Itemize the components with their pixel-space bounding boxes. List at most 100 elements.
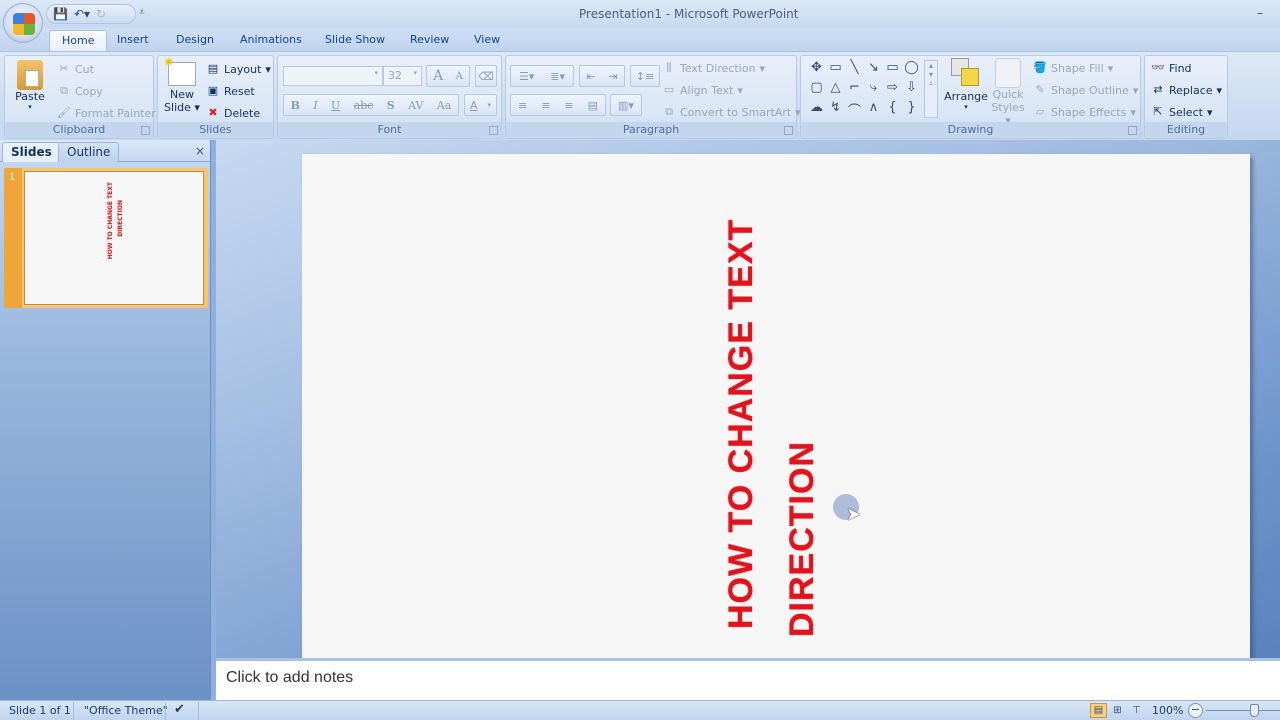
format-painter-button[interactable]: 🖌 Format Painter	[57, 106, 156, 120]
shape-gallery-item[interactable]: ∧	[864, 100, 883, 120]
zoom-slider-track[interactable]	[1206, 710, 1280, 711]
shapes-gallery-scroll[interactable]: ▴ ▾ ⩡	[924, 60, 938, 118]
save-icon[interactable]: 💾	[53, 8, 68, 20]
strikethrough-button[interactable]: abc	[354, 99, 374, 112]
close-pane-button[interactable]: ×	[195, 144, 205, 158]
change-case-button[interactable]: Aa	[437, 99, 452, 112]
shape-gallery-item[interactable]: {	[883, 100, 902, 120]
delete-button[interactable]: ✖ Delete	[206, 106, 260, 120]
font-color-button[interactable]: A ▾	[464, 94, 497, 116]
shape-gallery-item[interactable]: ☁	[807, 100, 826, 120]
shape-gallery-item[interactable]: ⌐	[845, 80, 864, 100]
text-direction-button[interactable]: ⫼ Text Direction ▾	[662, 61, 765, 75]
title-textbox[interactable]: DIRECTION HOW TO CHANGE TEXT	[722, 189, 822, 637]
font-size-field[interactable]: 32 ▾	[383, 66, 422, 86]
slide-sorter-view-button[interactable]: ⊞	[1109, 703, 1126, 718]
replace-button[interactable]: ⇄ Replace ▾	[1151, 83, 1222, 97]
redo-icon[interactable]: ↻	[96, 8, 106, 20]
justify-button[interactable]: ▤	[588, 99, 598, 112]
copy-button[interactable]: ⧉ Copy	[57, 84, 103, 98]
underline-button[interactable]: U	[331, 99, 340, 112]
shrink-font-button[interactable]: A	[456, 71, 463, 82]
shape-gallery-item[interactable]: ⇨	[883, 80, 902, 100]
paragraph-dialog-launcher[interactable]	[784, 126, 793, 135]
align-text-button[interactable]: ▭ Align Text ▾	[662, 83, 743, 97]
indent-buttons: ⇤ ⇥	[579, 65, 625, 87]
find-button[interactable]: 👓 Find	[1151, 61, 1191, 75]
columns-button[interactable]: ▥▾	[610, 94, 642, 116]
shape-fill-button[interactable]: 🪣 Shape Fill ▾	[1033, 61, 1113, 75]
new-slide-button[interactable]: ✷ New Slide ▾	[162, 55, 202, 114]
shape-gallery-item[interactable]: ↘	[864, 60, 883, 80]
cut-button[interactable]: ✂ Cut	[57, 62, 94, 76]
tab-outline[interactable]: Outline	[58, 142, 120, 162]
paste-button[interactable]: Paste ▾	[11, 60, 49, 111]
tab-slides[interactable]: Slides	[2, 142, 61, 162]
arrange-button[interactable]: Arrange ▾	[943, 58, 989, 111]
decrease-indent-button[interactable]: ⇤	[586, 70, 595, 83]
shape-gallery-item[interactable]: ✥	[807, 60, 826, 80]
slide-show-view-button[interactable]: ⊤	[1128, 703, 1145, 718]
shape-gallery-item[interactable]: ▢	[807, 80, 826, 100]
shape-gallery-item[interactable]: ↯	[826, 100, 845, 120]
undo-icon[interactable]: ↶▾	[74, 8, 90, 20]
tab-view[interactable]: View	[462, 30, 512, 52]
quick-styles-button[interactable]: Quick Styles ▾	[989, 58, 1027, 127]
zoom-level[interactable]: 100%	[1152, 704, 1183, 717]
bold-button[interactable]: B	[291, 99, 300, 112]
align-left-button[interactable]: ≡	[518, 99, 527, 112]
increase-indent-button[interactable]: ⇥	[608, 70, 617, 83]
layout-button[interactable]: ▤ Layout ▾	[206, 62, 271, 76]
select-button[interactable]: ⇱ Select ▾	[1151, 105, 1212, 119]
italic-button[interactable]: I	[313, 99, 317, 112]
shape-gallery-item[interactable]: ◯	[902, 60, 921, 80]
zoom-out-button[interactable]: −	[1188, 703, 1203, 718]
font-name-field[interactable]: ▾	[283, 66, 383, 86]
shape-gallery-item[interactable]: ╲	[845, 60, 864, 80]
convert-smartart-button[interactable]: ⧉ Convert to SmartArt ▾	[662, 105, 801, 119]
shape-gallery-item[interactable]: ⇩	[902, 80, 921, 100]
normal-view-button[interactable]: ▤	[1090, 703, 1107, 718]
slide-canvas[interactable]: DIRECTION HOW TO CHANGE TEXT	[302, 154, 1250, 658]
align-center-button[interactable]: ≡	[541, 99, 550, 112]
text-shadow-button[interactable]: S	[387, 99, 395, 112]
bullets-button[interactable]: ☰▾	[519, 70, 534, 83]
slide-thumbnail-item[interactable]: 1 HOW TO CHANGE TEXT DIRECTION	[4, 168, 208, 308]
reset-button[interactable]: ▣ Reset	[206, 84, 255, 98]
shape-gallery-item[interactable]: ▭	[826, 60, 845, 80]
shape-fill-label: Shape Fill	[1051, 61, 1104, 75]
grow-font-button[interactable]: A	[433, 68, 443, 84]
minimize-button[interactable]: –	[1257, 6, 1267, 20]
line-spacing-button[interactable]: ↕≡	[630, 65, 660, 87]
clear-formatting-button[interactable]: ⌫	[475, 65, 497, 87]
tab-design[interactable]: Design	[164, 30, 226, 52]
window-title: Presentation1 - Microsoft PowerPoint	[579, 7, 799, 21]
shape-gallery-item[interactable]: △	[826, 80, 845, 100]
shape-effects-button[interactable]: ▱ Shape Effects ▾	[1033, 105, 1136, 119]
numbering-button[interactable]: ≣▾	[550, 70, 565, 83]
spell-check-icon[interactable]: ✔	[174, 702, 185, 717]
tab-animations[interactable]: Animations	[228, 30, 314, 52]
office-logo-icon	[13, 13, 35, 35]
customize-qat-icon[interactable]: ⩡	[139, 7, 145, 18]
drawing-dialog-launcher[interactable]	[1128, 126, 1137, 135]
slide-thumbnail[interactable]: HOW TO CHANGE TEXT DIRECTION	[24, 171, 204, 305]
office-button[interactable]	[3, 3, 43, 43]
shape-gallery-item[interactable]: }	[902, 100, 921, 120]
tab-review[interactable]: Review	[398, 30, 461, 52]
shape-gallery-item[interactable]: ⤷	[864, 80, 883, 100]
title-line-1: HOW TO CHANGE TEXT	[722, 218, 760, 629]
shape-gallery-item[interactable]: ⌒	[845, 100, 864, 120]
character-spacing-button[interactable]: AV	[408, 99, 423, 112]
tab-slide-show[interactable]: Slide Show	[313, 30, 397, 52]
shape-outline-button[interactable]: ✎ Shape Outline ▾	[1033, 83, 1138, 97]
clipboard-dialog-launcher[interactable]	[141, 126, 150, 135]
notes-pane[interactable]: Click to add notes	[216, 658, 1280, 700]
tab-home[interactable]: Home	[49, 30, 108, 52]
tab-insert[interactable]: Insert	[105, 30, 161, 52]
font-dialog-launcher[interactable]	[489, 126, 498, 135]
editing-group: 👓 Find ⇄ Replace ▾ ⇱ Select ▾ Editing	[1144, 55, 1228, 139]
align-right-button[interactable]: ≡	[564, 99, 573, 112]
zoom-slider-thumb[interactable]	[1250, 704, 1259, 717]
shape-gallery-item[interactable]: ▭	[883, 60, 902, 80]
